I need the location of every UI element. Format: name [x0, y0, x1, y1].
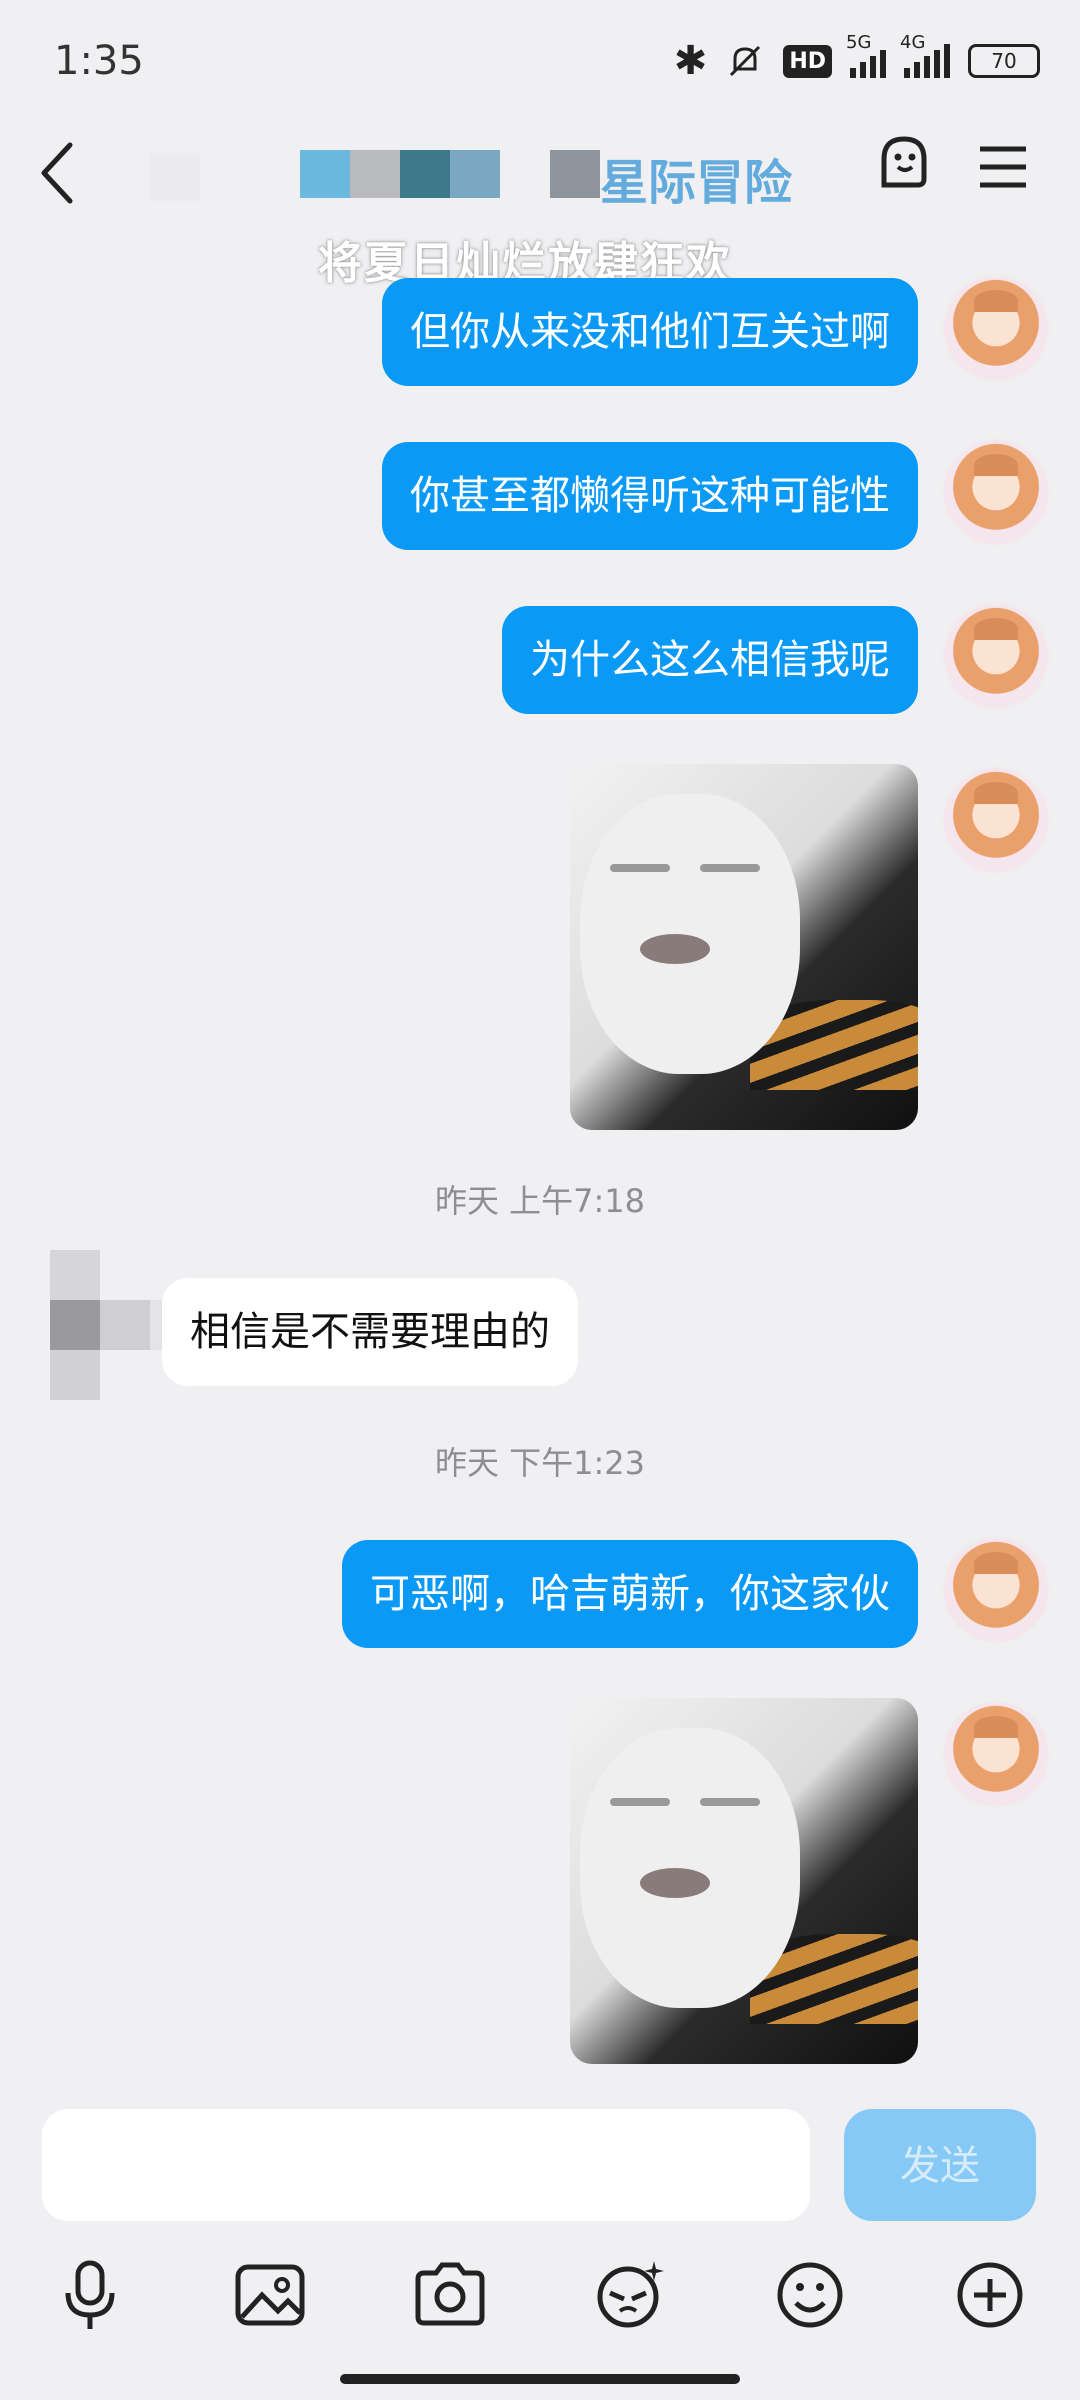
message-bubble-outgoing[interactable]: 为什么这么相信我呢 — [502, 606, 918, 714]
pixelated-name-mosaic — [300, 150, 500, 198]
message-bubble-outgoing[interactable]: 可恶啊，哈吉萌新，你这家伙 — [342, 1540, 918, 1648]
signal-4g-icon: 4G — [900, 32, 950, 78]
pixelated-name-tile — [550, 150, 600, 198]
self-avatar[interactable] — [942, 1700, 1050, 1808]
battery-indicator: 70 — [968, 44, 1040, 78]
self-avatar[interactable] — [942, 766, 1050, 874]
plus-icon[interactable] — [950, 2255, 1030, 2335]
chat-screen: 1:35 ✱ HD 5G 4G 70 星际冒险 将夏日灿烂放肆狂欢 但你从来没和… — [0, 0, 1080, 2400]
composer-toolbar — [0, 2255, 1080, 2355]
status-time: 1:35 — [54, 38, 144, 84]
signal-5g-icon: 5G — [846, 32, 886, 78]
sticker-image-cat[interactable] — [570, 764, 918, 1130]
hd-badge: HD — [783, 44, 832, 78]
sticker-image-cat[interactable] — [570, 1698, 918, 2064]
self-avatar[interactable] — [942, 1536, 1050, 1644]
microphone-icon[interactable] — [50, 2255, 130, 2335]
message-bubble-incoming[interactable]: 相信是不需要理由的 — [162, 1278, 578, 1386]
camera-icon[interactable] — [410, 2255, 490, 2335]
face-edit-icon[interactable] — [590, 2255, 670, 2335]
mute-bell-icon — [730, 45, 761, 77]
chat-header: 星际冒险 将夏日灿烂放肆狂欢 — [0, 125, 1080, 289]
self-avatar[interactable] — [942, 274, 1050, 382]
menu-icon[interactable] — [978, 145, 1028, 189]
emoji-icon[interactable] — [770, 2255, 850, 2335]
message-bubble-outgoing[interactable]: 但你从来没和他们互关过啊 — [382, 278, 918, 386]
self-avatar[interactable] — [942, 602, 1050, 710]
home-indicator[interactable] — [340, 2374, 740, 2384]
chat-title[interactable]: 星际冒险 — [600, 143, 792, 213]
message-bubble-outgoing[interactable]: 你甚至都懒得听这种可能性 — [382, 442, 918, 550]
status-bar: 1:35 ✱ HD 5G 4G 70 — [0, 0, 1080, 125]
image-icon[interactable] — [230, 2255, 310, 2335]
bluetooth-icon: ✱ — [673, 38, 708, 84]
self-avatar[interactable] — [942, 438, 1050, 546]
message-timestamp: 昨天 上午7:18 — [434, 1182, 646, 1220]
send-button[interactable]: 发送 — [844, 2109, 1036, 2221]
message-timestamp: 昨天 下午1:23 — [434, 1444, 646, 1482]
pixelated-name-block — [150, 153, 200, 201]
message-input[interactable] — [42, 2109, 810, 2221]
composer-area: 发送 — [0, 2095, 1080, 2400]
back-arrow-icon[interactable] — [32, 133, 82, 213]
ghost-icon[interactable] — [874, 133, 934, 193]
status-icons: ✱ HD 5G 4G 70 — [673, 32, 1040, 84]
